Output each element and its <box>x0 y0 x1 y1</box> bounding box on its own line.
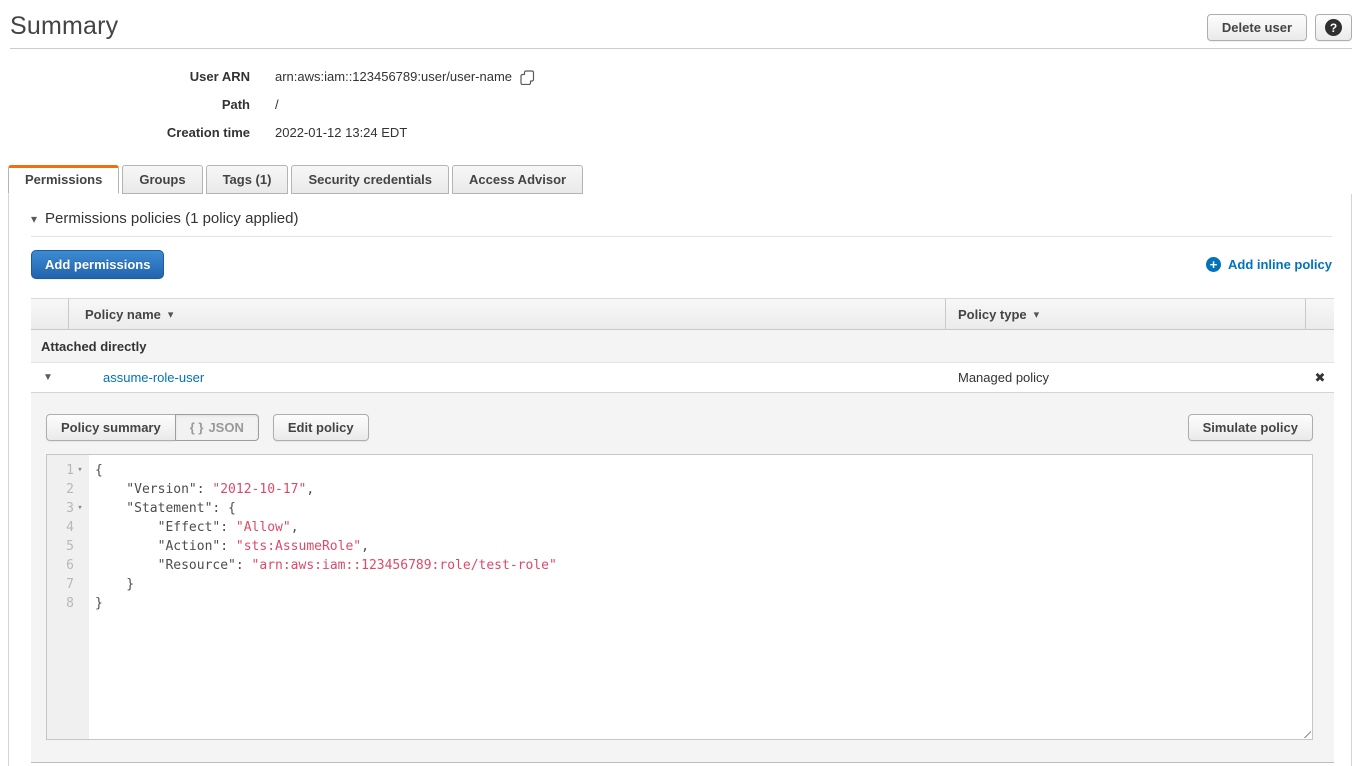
copy-icon[interactable] <box>520 70 535 85</box>
simulate-policy-button[interactable]: Simulate policy <box>1188 414 1313 441</box>
code-line: "Statement": { <box>95 499 557 518</box>
add-permissions-button[interactable]: Add permissions <box>31 250 164 279</box>
tab-panel: ▾ Permissions policies (1 policy applied… <box>8 194 1352 766</box>
gutter-line: 5 <box>47 537 89 556</box>
line-number: 5 <box>66 537 74 556</box>
policy-name-link[interactable]: assume-role-user <box>103 370 204 385</box>
gutter-line: 3▾ <box>47 499 89 518</box>
page-header: Summary Delete user ? <box>0 0 1362 48</box>
header-expand-cell <box>31 299 69 329</box>
editor-code[interactable]: { "Version": "2012-10-17", "Statement": … <box>89 455 557 739</box>
field-value: / <box>275 91 279 119</box>
collapse-caret-icon: ▾ <box>31 212 37 226</box>
field-label: Path <box>0 91 250 119</box>
field-label: User ARN <box>0 63 250 91</box>
code-line: "Action": "sts:AssumeRole", <box>95 537 557 556</box>
line-number: 4 <box>66 518 74 537</box>
policy-type-value: Managed policy <box>946 370 1306 385</box>
column-policy-type-label: Policy type <box>958 307 1027 322</box>
attached-directly-group-row: Attached directly <box>31 330 1334 363</box>
policy-detail-panel: Policy summary { } JSON Edit policy Simu… <box>31 393 1334 763</box>
line-number: 1 <box>66 461 74 480</box>
column-policy-name[interactable]: Policy name ▾ <box>69 299 946 329</box>
gutter-line: 1▾ <box>47 461 89 480</box>
gutter-line: 7 <box>47 575 89 594</box>
policy-table: Policy name ▾ Policy type ▾ Attached dir… <box>31 298 1334 763</box>
fold-caret-icon[interactable]: ▾ <box>74 461 86 480</box>
plus-icon: + <box>1206 257 1221 272</box>
remove-policy-icon[interactable]: ✖ <box>1315 370 1326 386</box>
expand-caret-icon[interactable]: ▼ <box>43 372 53 383</box>
delete-user-button[interactable]: Delete user <box>1207 14 1307 41</box>
tab-access-advisor[interactable]: Access Advisor <box>452 165 583 194</box>
gutter-line: 6 <box>47 556 89 575</box>
code-line: } <box>95 575 557 594</box>
edit-policy-button[interactable]: Edit policy <box>273 414 369 441</box>
title-divider <box>10 48 1352 49</box>
field-value: 2022-01-12 13:24 EDT <box>275 119 407 147</box>
json-button-label: JSON <box>208 420 243 435</box>
json-button[interactable]: { } JSON <box>175 414 259 441</box>
tab-tags[interactable]: Tags (1) <box>206 165 289 194</box>
help-icon: ? <box>1325 19 1342 36</box>
editor-gutter: 1▾23▾45678 <box>47 455 89 739</box>
resize-handle-icon[interactable] <box>1299 726 1311 738</box>
code-line: "Resource": "arn:aws:iam::123456789:role… <box>95 556 557 575</box>
line-number: 3 <box>66 499 74 518</box>
field-label: Creation time <box>0 119 250 147</box>
sort-caret-icon: ▾ <box>168 308 174 321</box>
line-number: 2 <box>66 480 74 499</box>
field-value-text: arn:aws:iam::123456789:user/user-name <box>275 63 512 91</box>
code-line: } <box>95 594 557 613</box>
policy-actions-row: Add permissions + Add inline policy <box>31 250 1332 279</box>
add-inline-policy-link[interactable]: + Add inline policy <box>1206 257 1332 272</box>
header-actions: Delete user ? <box>1207 14 1352 41</box>
line-number: 7 <box>66 575 74 594</box>
permissions-policies-section-header[interactable]: ▾ Permissions policies (1 policy applied… <box>31 210 1332 227</box>
field-value: arn:aws:iam::123456789:user/user-name <box>275 63 535 91</box>
help-button[interactable]: ? <box>1315 14 1352 41</box>
gutter-line: 8 <box>47 594 89 613</box>
line-number: 8 <box>66 594 74 613</box>
tab-security-credentials[interactable]: Security credentials <box>291 165 449 194</box>
code-line: "Effect": "Allow", <box>95 518 557 537</box>
policy-detail-actions: Policy summary { } JSON Edit policy Simu… <box>46 414 1313 441</box>
gutter-line: 4 <box>47 518 89 537</box>
json-policy-editor[interactable]: 1▾23▾45678 { "Version": "2012-10-17", "S… <box>46 454 1313 740</box>
user-detail-row: User ARN arn:aws:iam::123456789:user/user… <box>0 63 1362 91</box>
tab-groups[interactable]: Groups <box>122 165 202 194</box>
braces-icon: { } <box>190 420 204 435</box>
policy-table-header: Policy name ▾ Policy type ▾ <box>31 298 1334 330</box>
code-line: "Version": "2012-10-17", <box>95 480 557 499</box>
policy-summary-button[interactable]: Policy summary <box>46 414 175 441</box>
line-number: 6 <box>66 556 74 575</box>
code-line: { <box>95 461 557 480</box>
policy-table-row: ▼ assume-role-user Managed policy ✖ <box>31 363 1334 393</box>
add-inline-policy-label: Add inline policy <box>1228 257 1332 272</box>
section-heading-label: Permissions policies (1 policy applied) <box>45 210 298 227</box>
header-close-cell <box>1306 299 1334 329</box>
column-policy-name-label: Policy name <box>85 307 161 322</box>
user-details: User ARN arn:aws:iam::123456789:user/user… <box>0 63 1362 147</box>
tab-permissions[interactable]: Permissions <box>8 165 119 194</box>
policy-view-toggle: Policy summary { } JSON <box>46 414 259 441</box>
sort-caret-icon: ▾ <box>1034 308 1040 321</box>
fold-caret-icon[interactable]: ▾ <box>74 499 86 518</box>
tab-bar: PermissionsGroupsTags (1)Security creden… <box>0 165 1362 194</box>
section-divider <box>31 236 1332 237</box>
page-title: Summary <box>10 12 1352 41</box>
user-detail-row: Path / <box>0 91 1362 119</box>
column-policy-type[interactable]: Policy type ▾ <box>946 299 1306 329</box>
user-detail-row: Creation time 2022-01-12 13:24 EDT <box>0 119 1362 147</box>
gutter-line: 2 <box>47 480 89 499</box>
field-value-text: 2022-01-12 13:24 EDT <box>275 119 407 147</box>
field-value-text: / <box>275 91 279 119</box>
